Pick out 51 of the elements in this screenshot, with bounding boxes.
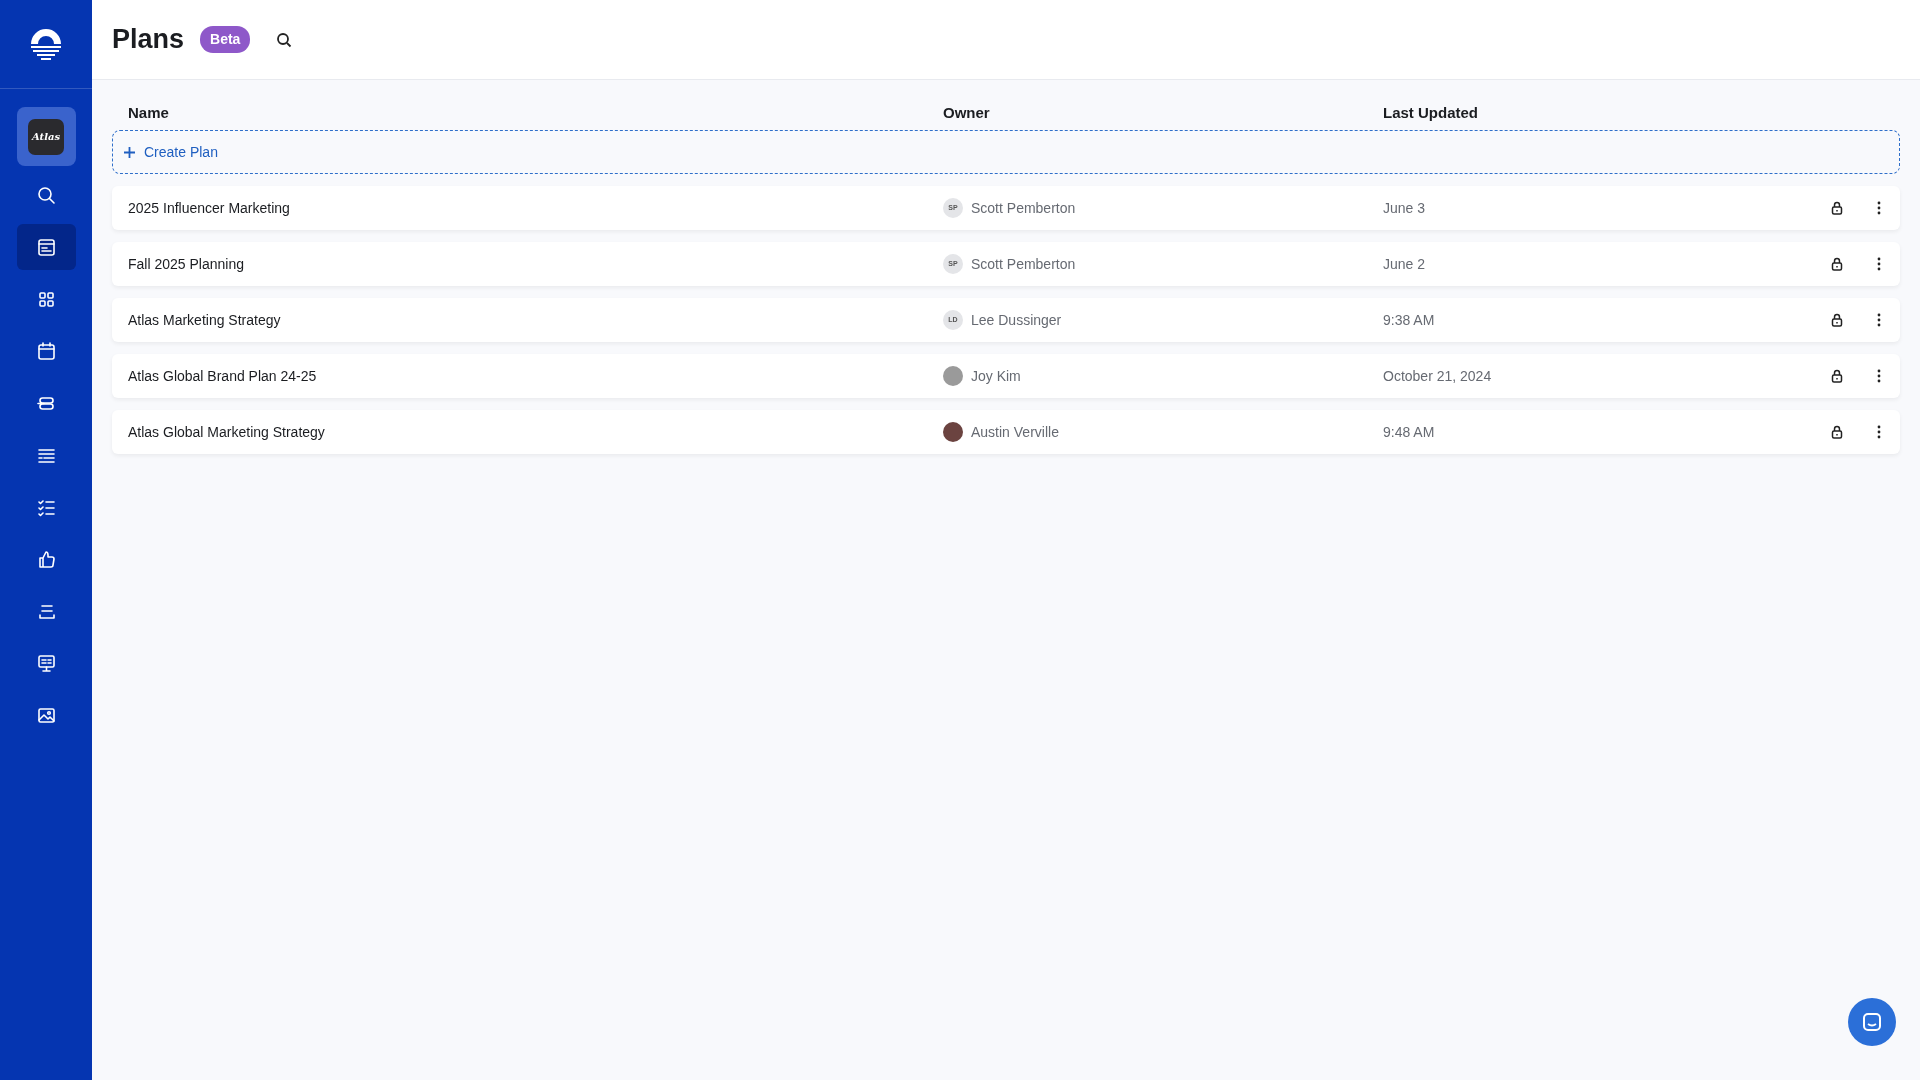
last-updated: June 2: [1383, 255, 1426, 272]
plan-row[interactable]: Atlas Global Marketing Strategy Austin Verville 9:48 AM: [112, 410, 1900, 454]
more-icon: [1877, 313, 1881, 327]
workspace-button[interactable]: Atlas: [16, 107, 76, 166]
more-icon: [1877, 257, 1881, 271]
page-title: Plans: [112, 23, 185, 56]
plus-icon: [123, 145, 136, 159]
beta-badge: Beta: [200, 26, 251, 53]
lock-icon: [1830, 201, 1844, 215]
document-icon: [35, 236, 57, 258]
chat-icon: [1861, 1011, 1883, 1033]
more-button[interactable]: [1875, 311, 1883, 329]
lock-icon: [1830, 313, 1844, 327]
calendar-icon: [35, 340, 57, 362]
column-header: Name: [127, 102, 170, 123]
plan-name: Fall 2025 Planning: [127, 254, 244, 274]
plan-name: Atlas Global Marketing Strategy: [127, 422, 325, 442]
owner-name: Austin Verville: [971, 422, 1059, 442]
column-header: Owner: [942, 102, 991, 123]
chat-button[interactable]: [1848, 998, 1896, 1046]
plan-name: Atlas Marketing Strategy: [127, 310, 281, 330]
plan-name: Atlas Global Brand Plan 24-25: [127, 366, 317, 386]
sidebar-nav-button[interactable]: [16, 224, 76, 270]
plan-name: 2025 Influencer Marketing: [127, 198, 290, 218]
lock-icon: [1830, 425, 1844, 439]
more-icon: [1877, 369, 1881, 383]
owner-name: Joy Kim: [971, 366, 1021, 386]
presentation-icon: [35, 652, 57, 674]
owner-name: Lee Dussinger: [971, 310, 1062, 330]
last-updated: 9:38 AM: [1383, 311, 1435, 328]
more-button[interactable]: [1875, 199, 1883, 217]
more-icon: [1877, 201, 1881, 215]
last-updated: 9:48 AM: [1383, 423, 1435, 440]
search-icon: [35, 184, 57, 206]
workspace-logo: Atlas: [28, 118, 64, 155]
lock-icon: [1830, 369, 1844, 383]
avatar-photo-placeholder: [943, 366, 963, 386]
last-updated: June 3: [1383, 199, 1426, 216]
more-button[interactable]: [1875, 367, 1883, 385]
plan-row[interactable]: Atlas Global Brand Plan 24-25 Joy Kim October 21, 2024: [112, 354, 1900, 398]
more-icon: [1877, 425, 1881, 439]
owner-name: Scott Pemberton: [971, 254, 1076, 274]
lock-icon: [1830, 257, 1844, 271]
avatar-photo-placeholder: [943, 422, 963, 442]
create-plan-button[interactable]: Create Plan: [112, 130, 1900, 174]
last-updated: October 21, 2024: [1383, 367, 1492, 384]
search-icon: [276, 31, 293, 48]
more-button[interactable]: [1875, 255, 1883, 273]
column-header: Last Updated: [1382, 102, 1479, 123]
more-button[interactable]: [1875, 423, 1883, 441]
owner-name: Scott Pemberton: [971, 198, 1076, 218]
